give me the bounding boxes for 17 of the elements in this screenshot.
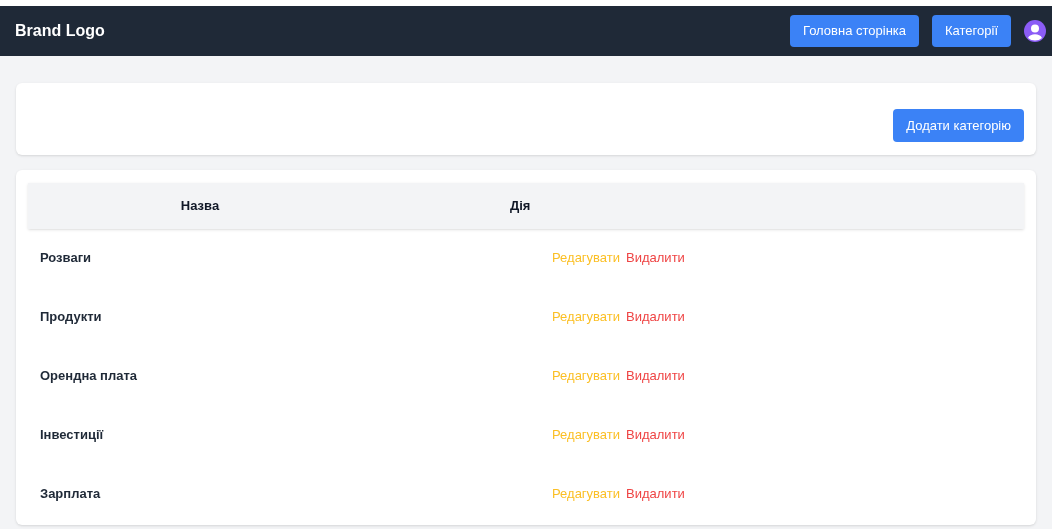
category-name: Продукти: [39, 308, 103, 327]
category-name: Інвестиції: [39, 426, 105, 445]
category-name: Розваги: [39, 249, 93, 268]
brand-logo[interactable]: Brand Logo: [15, 19, 105, 43]
add-category-button[interactable]: Додати категорію: [893, 109, 1024, 142]
category-name: Орендна плата: [39, 367, 139, 386]
delete-link[interactable]: Видалити: [626, 425, 685, 445]
delete-link[interactable]: Видалити: [626, 484, 685, 504]
user-avatar-icon[interactable]: [1024, 20, 1046, 42]
delete-link[interactable]: Видалити: [626, 307, 685, 327]
column-header: Дія: [510, 197, 531, 216]
delete-link[interactable]: Видалити: [626, 366, 685, 386]
category-name: Зарплата: [39, 485, 102, 504]
column-header: Назва: [179, 197, 221, 216]
nav-button[interactable]: Головна сторінка: [789, 15, 919, 47]
delete-link[interactable]: Видалити: [626, 248, 685, 268]
nav-button[interactable]: Категорії: [932, 15, 1011, 47]
